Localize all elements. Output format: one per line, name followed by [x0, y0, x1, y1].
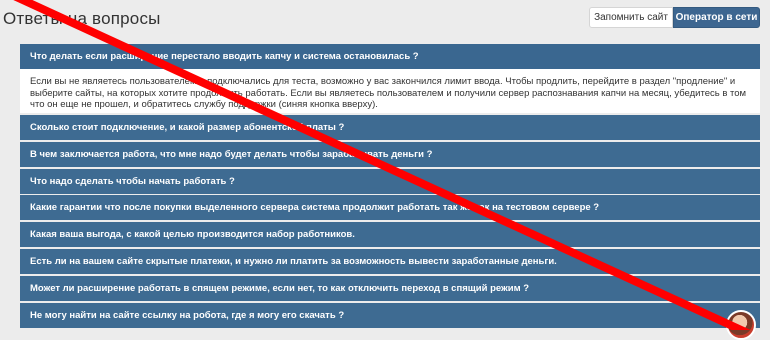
faq-question-open[interactable]: Что делать если расширение перестало вво… [20, 44, 760, 69]
faq-question[interactable]: Что надо сделать чтобы начать работать ? [20, 168, 760, 194]
support-avatar[interactable] [726, 310, 756, 340]
faq-question[interactable]: Есть ли на вашем сайте скрытые платежи, … [20, 248, 760, 274]
faq-question[interactable]: Сколько стоит подключение, и какой разме… [20, 115, 760, 140]
faq-question[interactable]: Какая ваша выгода, с какой целью произво… [20, 222, 760, 248]
faq-question[interactable]: Может ли расширение работать в спящем ре… [20, 275, 760, 301]
faq-question[interactable]: Не могу найти на сайте ссылку на робота,… [20, 302, 760, 328]
operator-online-button[interactable]: Оператор в сети [673, 7, 760, 28]
page-title: Ответы на вопросы [3, 9, 161, 28]
remember-site-button[interactable]: Запомнить сайт [589, 7, 673, 28]
faq-question[interactable]: В чем заключается работа, что мне надо б… [20, 141, 760, 167]
faq-answer: Если вы не являетесь пользователем и под… [20, 69, 760, 113]
faq-question[interactable]: Какие гарантии что после покупки выделен… [20, 195, 760, 221]
faq-list: Что делать если расширение перестало вво… [20, 44, 760, 329]
